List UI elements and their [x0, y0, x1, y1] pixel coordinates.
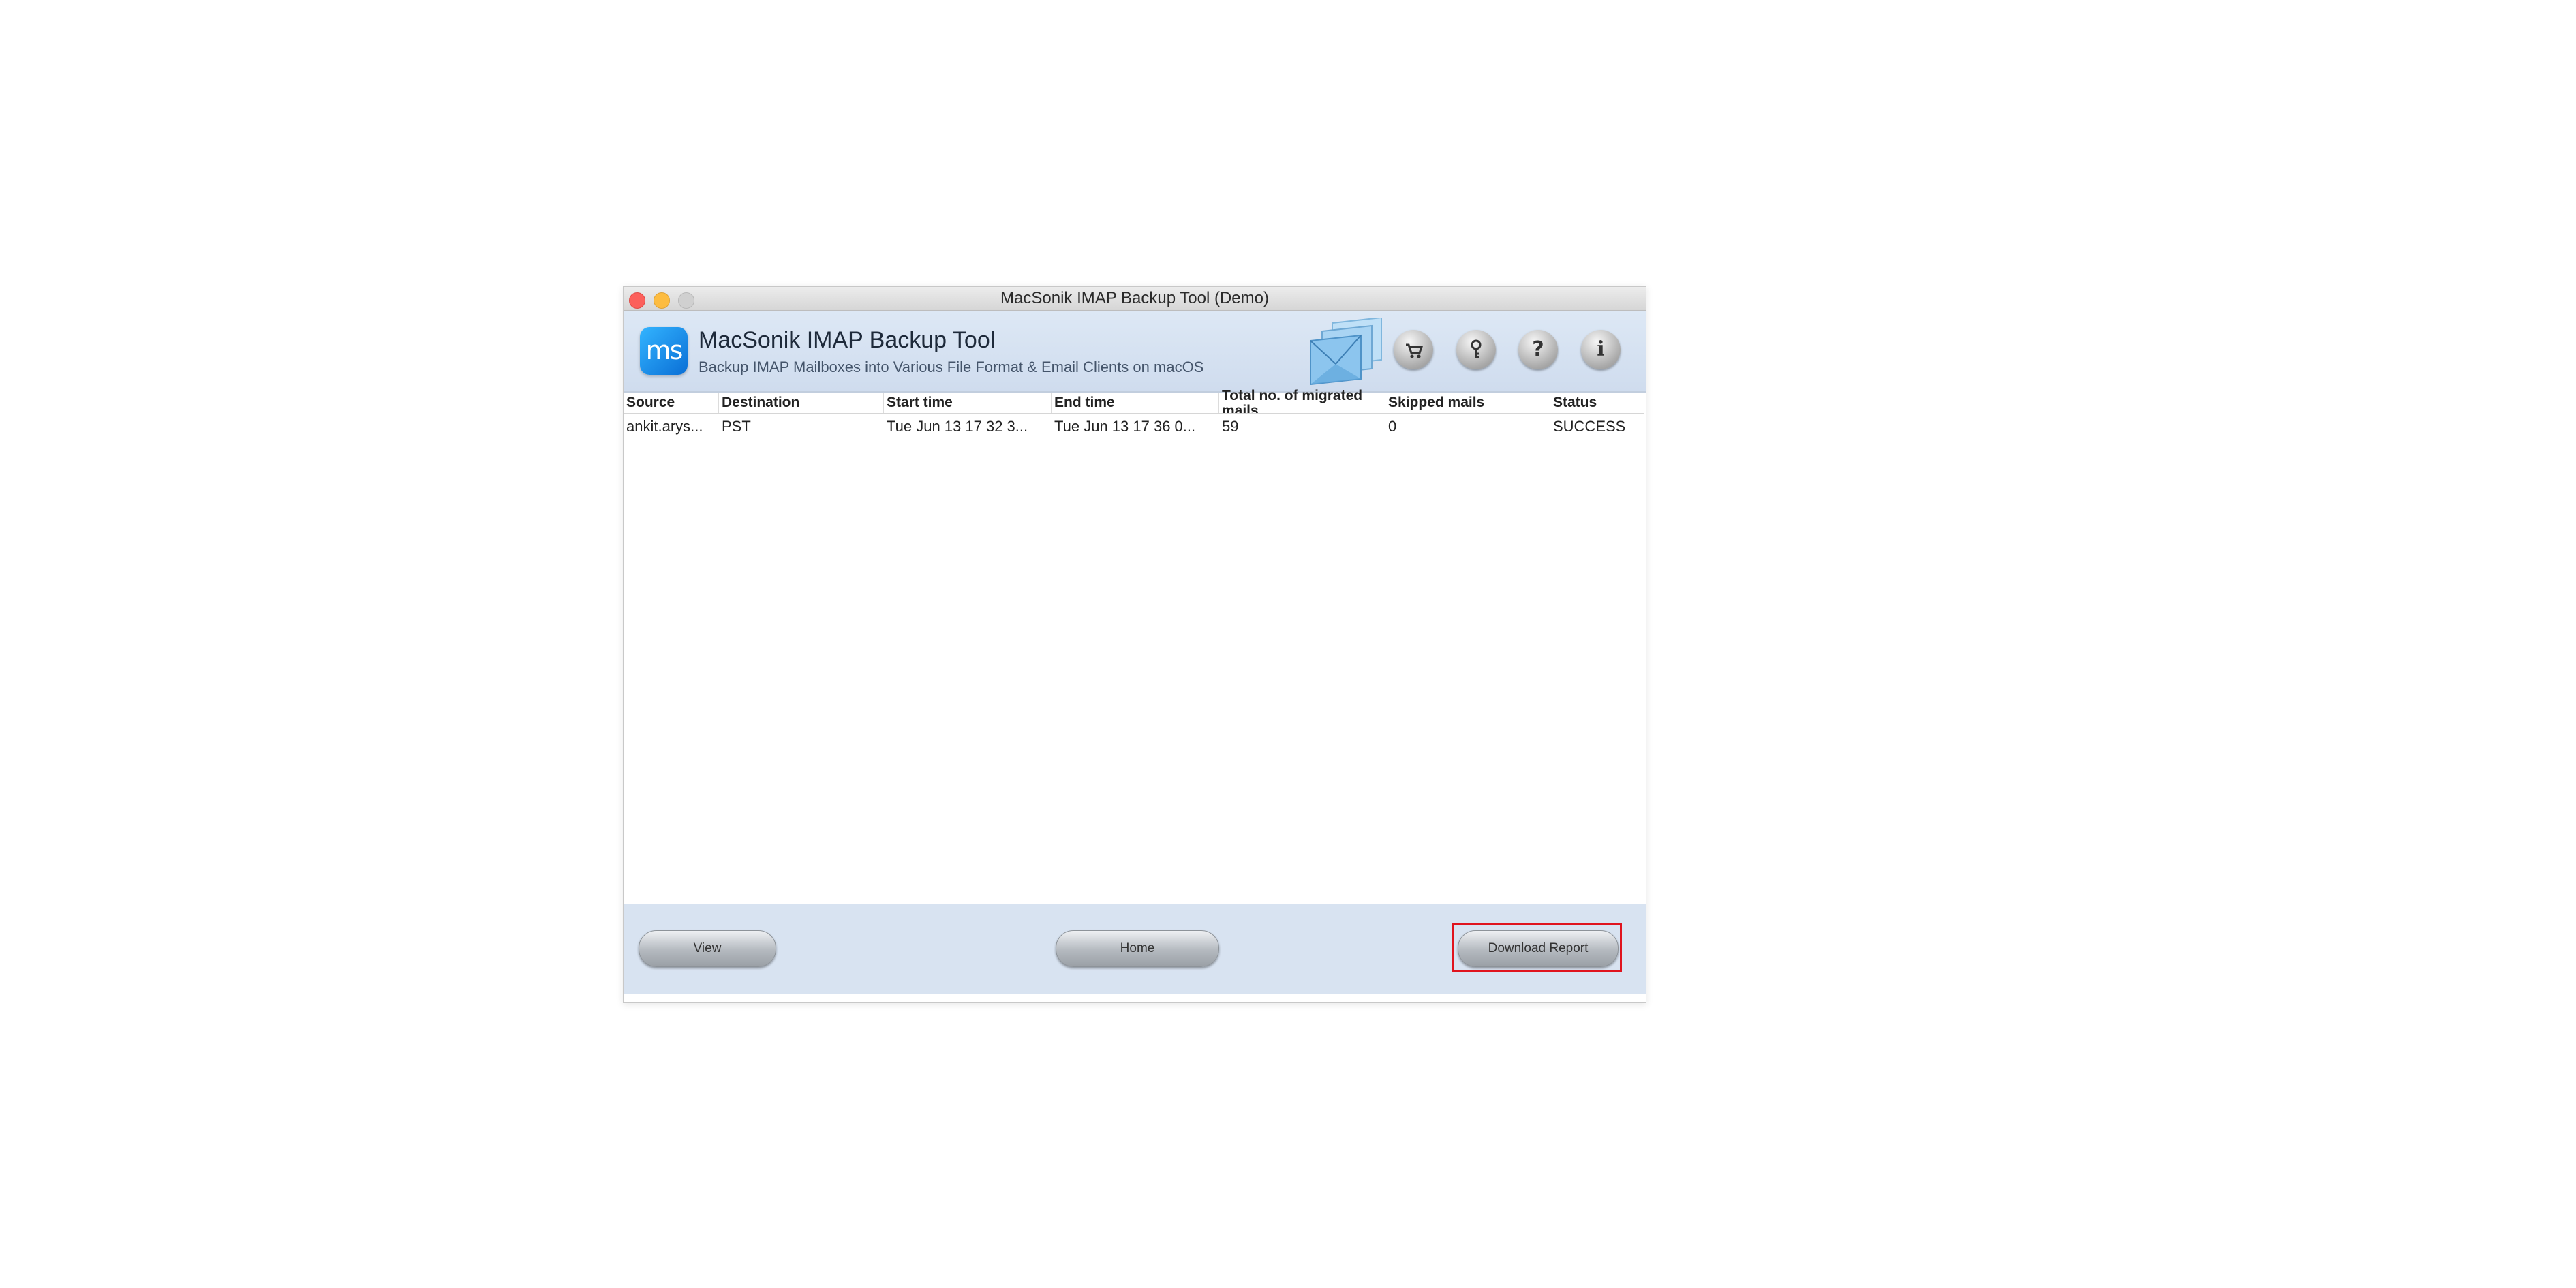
results-table: Source Destination Start time End time T…: [624, 388, 1646, 902]
column-header-skipped-mails[interactable]: Skipped mails: [1385, 393, 1550, 413]
cart-icon[interactable]: [1394, 330, 1433, 369]
app-window: MacSonik IMAP Backup Tool (Demo) ms MacS…: [623, 286, 1646, 1003]
info-icon[interactable]: i: [1581, 330, 1621, 369]
cell-skipped-mails: 0: [1388, 418, 1397, 435]
cell-status: SUCCESS: [1553, 418, 1626, 435]
table-row[interactable]: ankit.arys... PST Tue Jun 13 17 32 3... …: [624, 413, 1644, 440]
cell-source: ankit.arys...: [626, 418, 703, 435]
column-header-end-time[interactable]: End time: [1052, 393, 1219, 413]
app-logo: ms: [640, 327, 688, 375]
app-title: MacSonik IMAP Backup Tool: [699, 327, 996, 353]
cell-start-time: Tue Jun 13 17 32 3...: [887, 418, 1028, 435]
cell-migrated-mails: 59: [1222, 418, 1239, 435]
cell-destination: PST: [722, 418, 751, 435]
cell-end-time: Tue Jun 13 17 36 0...: [1054, 418, 1196, 435]
column-header-migrated-mails[interactable]: Total no. of migrated mails: [1219, 388, 1385, 413]
title-bar: MacSonik IMAP Backup Tool (Demo): [624, 287, 1646, 311]
app-subtitle: Backup IMAP Mailboxes into Various File …: [699, 358, 1204, 375]
envelopes-icon: [1310, 318, 1382, 386]
column-header-start-time[interactable]: Start time: [884, 393, 1052, 413]
app-header: ms MacSonik IMAP Backup Tool Backup IMAP…: [624, 311, 1646, 393]
key-glyph-icon: [1471, 339, 1482, 358]
column-header-source[interactable]: Source: [624, 393, 719, 413]
download-report-button[interactable]: Download Report: [1458, 930, 1619, 967]
key-icon[interactable]: [1456, 330, 1496, 369]
help-icon[interactable]: ?: [1518, 330, 1558, 369]
footer-bar: View Home Download Report: [624, 904, 1646, 994]
home-button[interactable]: Home: [1056, 930, 1219, 967]
window-title: MacSonik IMAP Backup Tool (Demo): [1000, 289, 1269, 307]
view-button[interactable]: View: [639, 930, 776, 967]
column-header-status[interactable]: Status: [1550, 393, 1644, 413]
column-header-destination[interactable]: Destination: [719, 393, 884, 413]
cart-glyph-icon: [1406, 343, 1424, 358]
table-header: Source Destination Start time End time T…: [624, 388, 1644, 414]
